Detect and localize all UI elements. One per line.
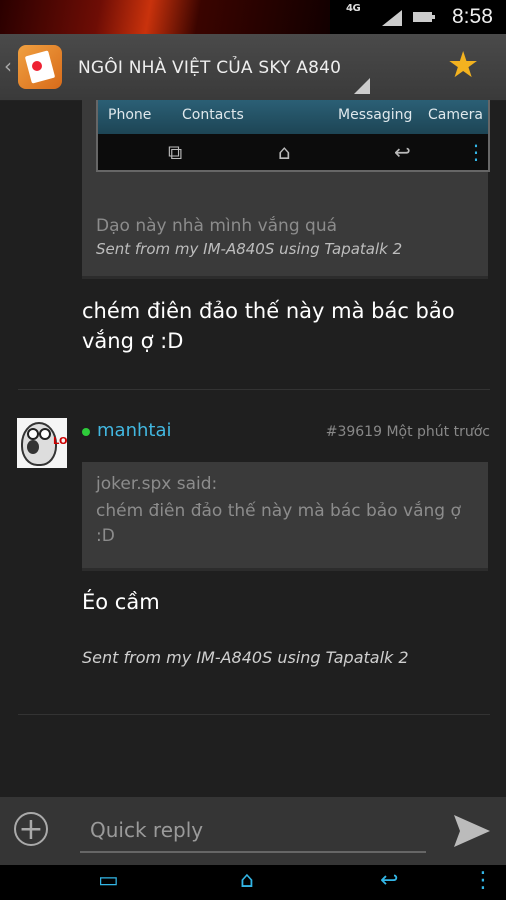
clock: 8:58 <box>452 5 493 28</box>
embedded-screenshot: Phone Contacts Messaging Camera ⧉ ⌂ ↩ ⋮ <box>96 100 490 172</box>
star-icon[interactable]: ★ <box>447 48 479 84</box>
menu-icon: ⋮ <box>466 140 486 164</box>
signal-icon <box>382 10 402 26</box>
username[interactable]: manhtai <box>97 420 171 441</box>
action-bar: ‹ NGÔI NHÀ VIỆT CỦA SKY A840 ★ <box>0 34 506 101</box>
back-icon[interactable]: ↩ <box>380 868 398 893</box>
post-time: Một phút trước <box>386 424 490 440</box>
status-bar: 4G 8:58 <box>0 0 506 34</box>
send-icon[interactable] <box>452 813 492 849</box>
post-body: chém điên đảo thế này mà bác bảo vắng ợ … <box>82 299 455 353</box>
dropdown-indicator-icon[interactable] <box>354 78 370 94</box>
system-nav-bar: ▭ ⌂ ↩ ⋮ <box>0 865 506 900</box>
quote-text: Dạo này nhà mình vắng quá <box>96 216 338 236</box>
online-status-icon <box>82 428 90 436</box>
quote-block: Phone Contacts Messaging Camera ⧉ ⌂ ↩ ⋮ … <box>82 100 490 279</box>
post-number: #39619 <box>325 424 382 440</box>
network-type: 4G <box>346 3 361 14</box>
quick-reply-bar: + <box>0 797 506 865</box>
thread-content: Phone Contacts Messaging Camera ⧉ ⌂ ↩ ⋮ … <box>0 100 506 797</box>
avatar[interactable]: LO <box>17 418 67 468</box>
dock-label-contacts: Contacts <box>182 107 244 123</box>
divider <box>18 389 490 390</box>
back-icon: ↩ <box>394 140 411 164</box>
wallpaper <box>0 0 330 34</box>
home-icon: ⌂ <box>278 140 291 164</box>
screenshot-dock: Phone Contacts Messaging Camera <box>98 100 488 134</box>
dock-label-camera: Camera <box>428 107 483 123</box>
dock-label-phone: Phone <box>108 107 152 123</box>
post-body: Éo cầm <box>82 590 160 614</box>
recent-apps-icon: ⧉ <box>168 140 183 164</box>
add-attachment-icon[interactable]: + <box>14 812 48 846</box>
battery-icon <box>413 12 435 22</box>
menu-icon[interactable]: ⋮ <box>472 868 494 893</box>
forum-title[interactable]: NGÔI NHÀ VIỆT CỦA SKY A840 <box>78 58 341 78</box>
quote-block: joker.spx said: chém điên đảo thế này mà… <box>82 462 488 571</box>
post-signature: Sent from my IM-A840S using Tapatalk 2 <box>82 648 409 667</box>
quote-author: joker.spx said: <box>96 474 218 494</box>
post-meta: #39619 Một phút trước <box>290 424 490 440</box>
quote-signature: Sent from my IM-A840S using Tapatalk 2 <box>96 240 403 258</box>
back-caret-icon[interactable]: ‹ <box>4 54 12 78</box>
recent-apps-icon[interactable]: ▭ <box>98 868 119 893</box>
home-icon[interactable]: ⌂ <box>240 868 254 893</box>
app-icon[interactable] <box>18 45 62 89</box>
quick-reply-input[interactable] <box>80 809 426 853</box>
avatar-label: LO <box>53 436 67 447</box>
quote-text: chém điên đảo thế này mà bác bảo vắng ợ … <box>96 501 461 546</box>
dock-label-messaging: Messaging <box>338 107 413 123</box>
divider <box>18 714 490 715</box>
